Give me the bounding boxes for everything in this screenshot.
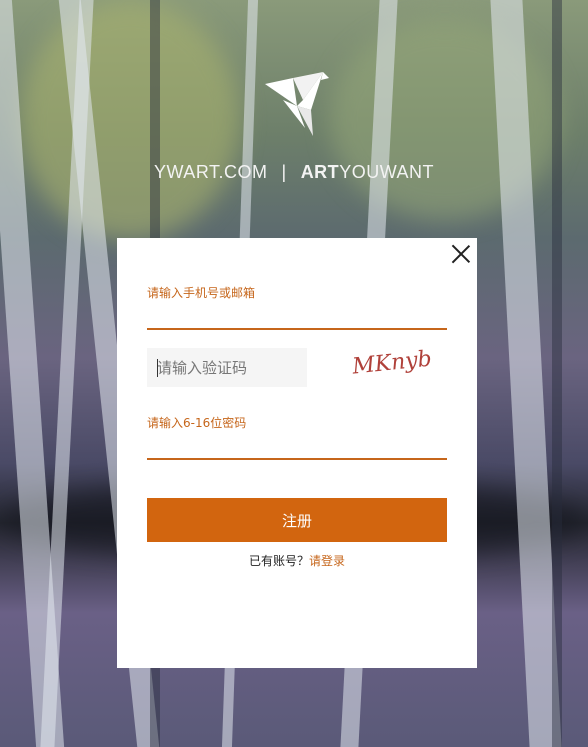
verification-code-input[interactable] [147, 348, 307, 387]
register-button[interactable]: 注册 [147, 498, 447, 542]
login-prompt: 已有账号？请登录 [117, 552, 477, 569]
brand-site: YWART.COM [153, 162, 268, 182]
close-icon[interactable] [451, 244, 471, 264]
brand-art: ART [300, 162, 340, 182]
brand-wordmark: YWART.COM | ARTYOUWANT [0, 162, 588, 183]
brand-header: YWART.COM | ARTYOUWANT [0, 0, 588, 200]
phone-email-label: 请输入手机号或邮箱 [147, 286, 256, 300]
text-caret [157, 359, 158, 377]
captcha-text: MKnyb [350, 346, 433, 379]
password-input[interactable] [147, 434, 447, 460]
login-link[interactable]: 请登录 [309, 554, 345, 568]
origami-bird-icon [265, 72, 329, 136]
brand-separator: | [281, 162, 287, 182]
register-dialog: 请输入手机号或邮箱 MKnyb 请输入6-16位密码 注册 已有账号？请登录 [117, 238, 477, 668]
phone-email-input[interactable] [147, 304, 447, 330]
password-label: 请输入6-16位密码 [147, 416, 247, 430]
captcha-image[interactable]: MKnyb [349, 342, 449, 392]
have-account-text: 已有账号？ [248, 554, 309, 568]
brand-rest: YOUWANT [339, 162, 435, 182]
